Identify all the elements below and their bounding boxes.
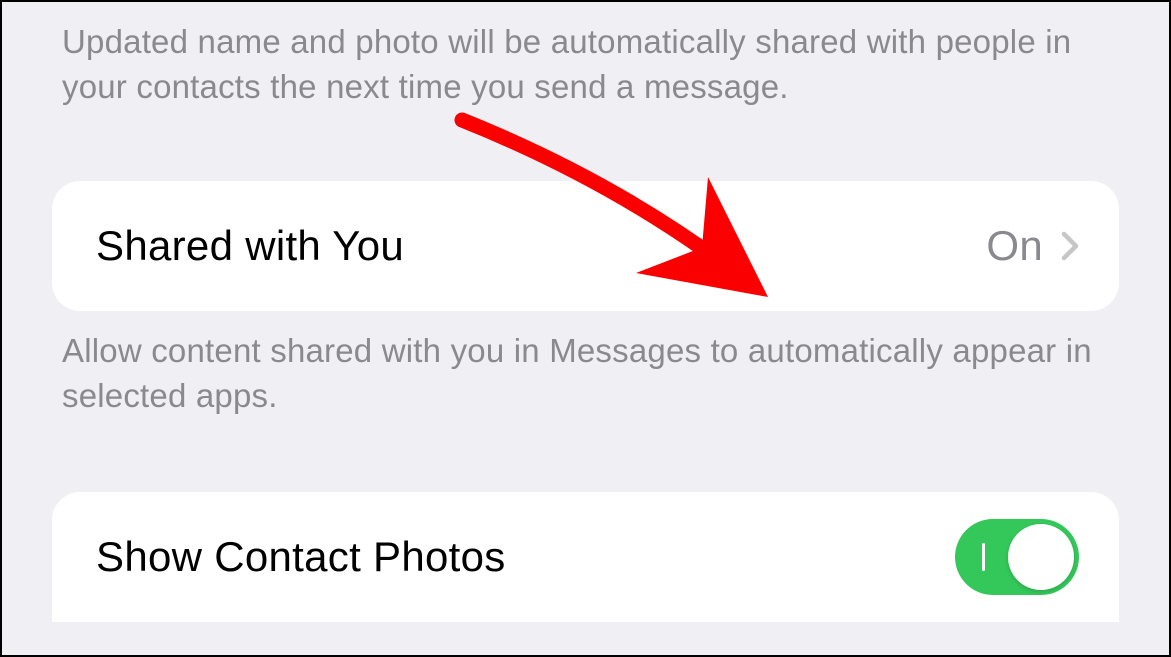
shared-with-you-row[interactable]: Shared with You On [52,181,1119,311]
name-photo-sharing-footer: Updated name and photo will be automatic… [52,2,1119,109]
shared-with-you-footer: Allow content shared with you in Message… [52,311,1119,418]
shared-with-you-label: Shared with You [96,222,404,270]
show-contact-photos-toggle[interactable] [955,519,1079,595]
shared-with-you-value: On [986,222,1043,270]
chevron-right-icon [1061,230,1079,262]
show-contact-photos-label: Show Contact Photos [96,533,506,581]
show-contact-photos-row: Show Contact Photos [52,492,1119,622]
